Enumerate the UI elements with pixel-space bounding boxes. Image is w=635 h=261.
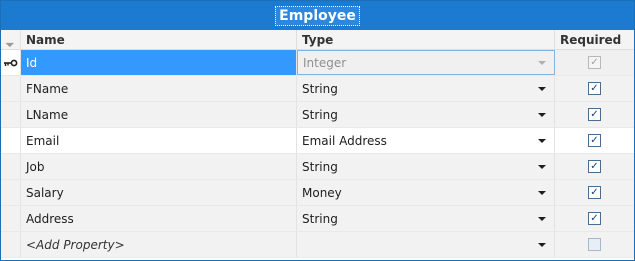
chevron-down-icon[interactable]	[538, 190, 546, 195]
checkmark-icon: ✓	[590, 109, 599, 120]
entity-title[interactable]: Employee	[275, 5, 360, 26]
row-header[interactable]	[1, 232, 21, 257]
required-cell[interactable]: ✓	[555, 206, 634, 231]
property-name-cell[interactable]: Address	[21, 206, 297, 231]
property-rows: Id Integer ✓ FName String ✓ LName String…	[1, 50, 634, 258]
chevron-down-icon[interactable]	[538, 216, 546, 221]
chevron-down-icon[interactable]	[538, 86, 546, 91]
entity-title-bar: Employee	[1, 1, 634, 30]
grid-header: ◢ Name Type Required	[1, 30, 634, 50]
row-header[interactable]	[1, 206, 21, 231]
property-type-cell[interactable]: String	[297, 206, 555, 231]
key-icon	[3, 59, 17, 66]
required-checkbox[interactable]: ✓	[588, 82, 601, 95]
table-row[interactable]: LName String ✓	[1, 102, 634, 128]
checkmark-icon: ✓	[590, 161, 599, 172]
table-row[interactable]: Salary Money ✓	[1, 180, 634, 206]
property-type-cell[interactable]: Integer	[297, 50, 555, 75]
column-header-required[interactable]: Required	[555, 30, 634, 49]
property-type-cell[interactable]	[297, 232, 555, 257]
required-cell[interactable]: ✓	[555, 50, 634, 75]
required-checkbox[interactable]: ✓	[588, 56, 601, 69]
row-header[interactable]	[1, 180, 21, 205]
property-name-cell[interactable]: Email	[21, 128, 297, 153]
table-row[interactable]: Job String ✓	[1, 154, 634, 180]
table-row[interactable]: Email Email Address ✓	[1, 128, 634, 154]
property-type-value: String	[302, 159, 338, 174]
row-header[interactable]	[1, 128, 21, 153]
row-header[interactable]	[1, 102, 21, 127]
checkmark-icon: ✓	[590, 213, 599, 224]
property-name-cell[interactable]: Job	[21, 154, 297, 179]
add-property-cell[interactable]: <Add Property>	[21, 232, 297, 257]
required-cell[interactable]: ✓	[555, 128, 634, 153]
property-type-value: Integer	[303, 55, 347, 70]
property-type-cell[interactable]: String	[297, 102, 555, 127]
chevron-down-icon[interactable]	[538, 242, 546, 247]
entity-designer-window: Employee ◢ Name Type Required Id Integer…	[0, 0, 635, 261]
property-type-value: String	[302, 211, 338, 226]
chevron-down-icon[interactable]	[538, 60, 546, 65]
column-header-type[interactable]: Type	[297, 30, 555, 49]
table-row[interactable]: Id Integer ✓	[1, 50, 634, 76]
required-cell[interactable]: ✓	[555, 102, 634, 127]
chevron-down-icon[interactable]	[538, 138, 546, 143]
property-type-cell[interactable]: String	[297, 154, 555, 179]
property-type-value: String	[302, 107, 338, 122]
chevron-down-icon[interactable]	[538, 164, 546, 169]
required-cell[interactable]: ✓	[555, 180, 634, 205]
property-name-cell[interactable]: Id	[21, 50, 297, 75]
checkmark-icon: ✓	[590, 83, 599, 94]
required-checkbox[interactable]: ✓	[588, 134, 601, 147]
property-type-cell[interactable]: String	[297, 76, 555, 101]
checkmark-icon: ✓	[590, 135, 599, 146]
property-type-value: Money	[302, 185, 342, 200]
required-checkbox[interactable]	[588, 238, 601, 251]
add-property-row[interactable]: <Add Property>	[1, 232, 634, 258]
row-header[interactable]	[1, 154, 21, 179]
grid-corner[interactable]: ◢	[1, 30, 21, 49]
chevron-down-icon[interactable]	[538, 112, 546, 117]
table-row[interactable]: FName String ✓	[1, 76, 634, 102]
property-name-cell[interactable]: Salary	[21, 180, 297, 205]
property-type-value: String	[302, 81, 338, 96]
corner-triangle-icon: ◢	[5, 37, 16, 48]
row-header[interactable]	[1, 76, 21, 101]
property-name-cell[interactable]: LName	[21, 102, 297, 127]
required-cell[interactable]: ✓	[555, 76, 634, 101]
checkmark-icon: ✓	[590, 187, 599, 198]
required-cell[interactable]: ✓	[555, 154, 634, 179]
property-type-cell[interactable]: Email Address	[297, 128, 555, 153]
property-type-value: Email Address	[302, 133, 387, 148]
table-row[interactable]: Address String ✓	[1, 206, 634, 232]
required-checkbox[interactable]: ✓	[588, 186, 601, 199]
column-header-name[interactable]: Name	[21, 30, 297, 49]
required-cell[interactable]	[555, 232, 634, 257]
property-grid: ◢ Name Type Required Id Integer ✓ FName …	[1, 30, 634, 258]
checkmark-icon: ✓	[590, 57, 599, 68]
property-type-cell[interactable]: Money	[297, 180, 555, 205]
required-checkbox[interactable]: ✓	[588, 212, 601, 225]
required-checkbox[interactable]: ✓	[588, 160, 601, 173]
required-checkbox[interactable]: ✓	[588, 108, 601, 121]
row-header[interactable]	[1, 50, 21, 75]
property-name-cell[interactable]: FName	[21, 76, 297, 101]
